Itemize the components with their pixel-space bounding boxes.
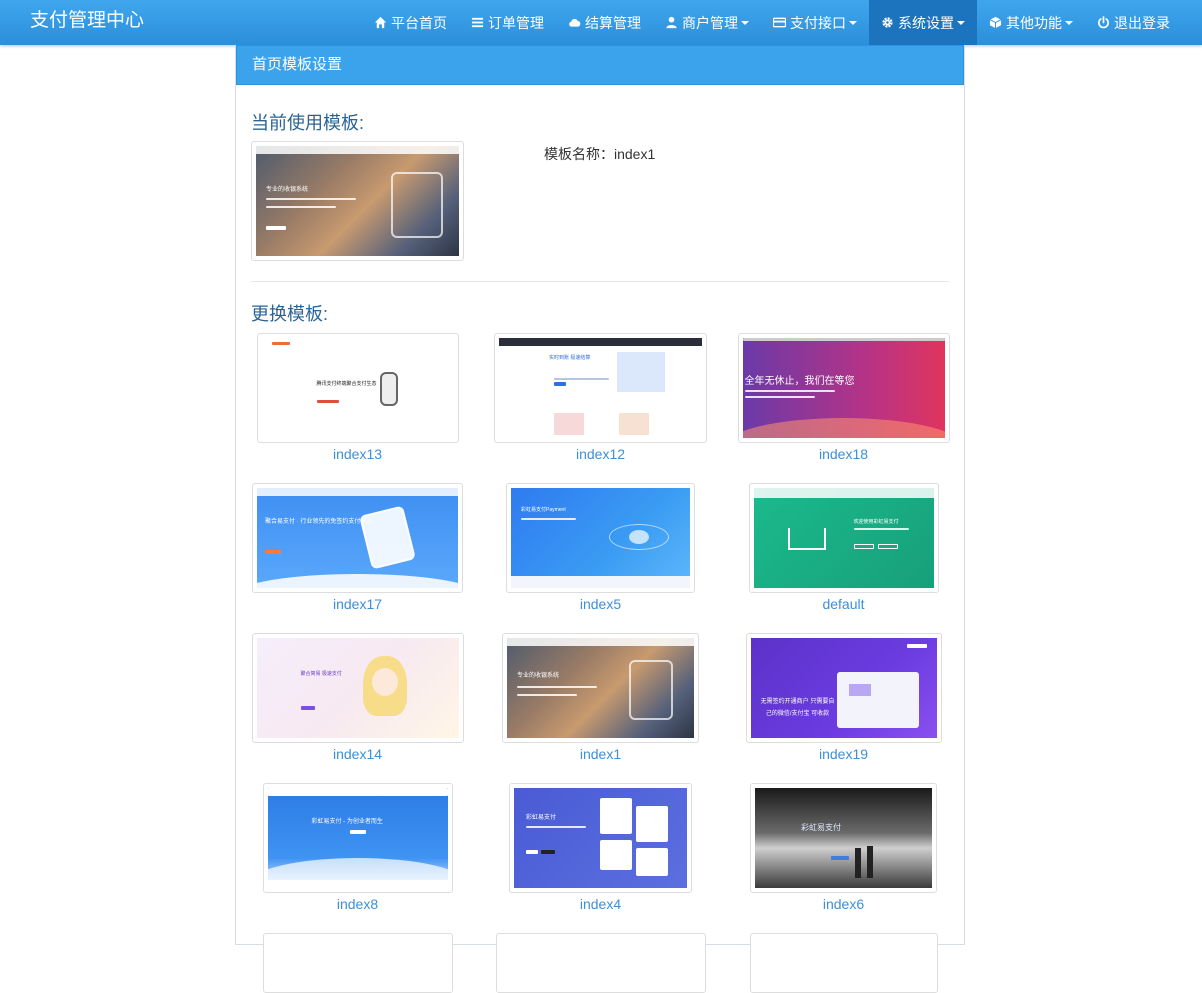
- top-navbar: 支付管理中心 平台首页 订单管理 结算管理 商户管理 支付接口 系统设置 其他功…: [0, 0, 1202, 45]
- nav-settlement[interactable]: 结算管理: [556, 0, 653, 45]
- nav-merchants[interactable]: 商户管理: [653, 0, 761, 45]
- template-thumb[interactable]: 腾讯支付终端聚合支付生态: [256, 333, 459, 443]
- template-thumb[interactable]: [749, 933, 938, 993]
- template-card-index1[interactable]: 专业的收银系统 index1: [479, 633, 722, 762]
- brand-title[interactable]: 支付管理中心: [30, 0, 144, 45]
- template-thumb[interactable]: [495, 933, 706, 993]
- change-template-title: 更换模板:: [251, 304, 329, 324]
- nav-settlement-label: 结算管理: [585, 14, 641, 31]
- template-name-link[interactable]: index13: [236, 446, 479, 462]
- divider: [251, 281, 949, 282]
- template-screenshot: 彩虹易支付: [514, 788, 687, 888]
- cube-icon: [989, 16, 1002, 29]
- gear-icon: [882, 17, 893, 28]
- chevron-down-icon: [957, 20, 965, 25]
- nav-other-functions-label: 其他功能: [1006, 14, 1062, 31]
- chevron-down-icon: [1065, 20, 1073, 25]
- template-name-link[interactable]: index12: [479, 446, 722, 462]
- template-name-link[interactable]: default: [722, 596, 965, 612]
- power-icon: [1098, 16, 1109, 29]
- nav-orders[interactable]: 订单管理: [459, 0, 556, 45]
- nav-other-functions[interactable]: 其他功能: [977, 0, 1085, 45]
- template-thumb[interactable]: 彩虹易支付: [509, 783, 692, 893]
- nav-home[interactable]: 平台首页: [362, 0, 459, 45]
- template-card-index19[interactable]: 无需签约开通商户 只需要自己的微信/支付宝 可收款 index19: [722, 633, 965, 762]
- template-screenshot: 专业的收银系统: [507, 638, 694, 738]
- template-card-index18[interactable]: 全年无休止，我们在等您 index18: [722, 333, 965, 462]
- template-name-link[interactable]: index19: [722, 746, 965, 762]
- credit-card-icon: [773, 17, 786, 28]
- nav-merchants-label: 商户管理: [682, 14, 738, 31]
- nav-payment-interface-label: 支付接口: [790, 14, 846, 31]
- panel-heading: 首页模板设置: [236, 45, 964, 85]
- template-card-partial[interactable]: [722, 933, 965, 993]
- template-screenshot: 彩虹易支付: [755, 788, 932, 888]
- template-thumb[interactable]: 欢迎使用彩虹易支付: [748, 483, 939, 593]
- template-thumb[interactable]: [262, 933, 453, 993]
- template-name-link[interactable]: index18: [722, 446, 965, 462]
- template-name-link[interactable]: index17: [236, 596, 479, 612]
- template-screenshot: 全年无休止，我们在等您: [742, 338, 945, 438]
- template-card-index17[interactable]: 聚合易支付 · 行业领先的免签约支付平台 index17: [236, 483, 479, 612]
- current-template-preview: 专业的收银系统: [251, 141, 464, 261]
- chevron-down-icon: [849, 20, 857, 25]
- current-template-title: 当前使用模板:: [251, 113, 365, 133]
- template-card-partial[interactable]: [236, 933, 479, 993]
- template-name-link[interactable]: index8: [236, 896, 479, 912]
- nav-logout[interactable]: 退出登录: [1085, 0, 1182, 45]
- template-screenshot: 无需签约开通商户 只需要自己的微信/支付宝 可收款: [750, 638, 937, 738]
- nav-logout-label: 退出登录: [1114, 14, 1170, 31]
- template-name-link[interactable]: index4: [479, 896, 722, 912]
- template-thumb[interactable]: 全年无休止，我们在等您: [737, 333, 950, 443]
- template-settings-panel: 首页模板设置 当前使用模板: 专业的收银系统 模板名称：index1 更换模板:…: [235, 45, 965, 993]
- current-template-screenshot: 专业的收银系统: [256, 146, 459, 256]
- list-icon: [471, 17, 484, 28]
- user-icon: [666, 16, 677, 29]
- nav-payment-interface[interactable]: 支付接口: [761, 0, 869, 45]
- template-screenshot: 彩虹易支付Payment: [511, 488, 690, 588]
- template-card-index13[interactable]: 腾讯支付终端聚合支付生态 index13: [236, 333, 479, 462]
- template-thumb[interactable]: 彩虹易支付: [750, 783, 937, 893]
- home-icon: [374, 16, 387, 29]
- template-screenshot: 聚合简易 极速支付: [256, 638, 459, 738]
- template-card-index6[interactable]: 彩虹易支付 index6: [722, 783, 965, 912]
- template-screenshot: 欢迎使用彩虹易支付: [753, 488, 934, 588]
- template-card-default[interactable]: 欢迎使用彩虹易支付 default: [722, 483, 965, 612]
- template-card-index4[interactable]: 彩虹易支付 index4: [479, 783, 722, 912]
- template-screenshot: 实时到账 极速结算: [499, 338, 702, 438]
- nav-orders-label: 订单管理: [488, 14, 544, 31]
- template-thumb[interactable]: 彩虹易支付 - 为创业者而生: [262, 783, 453, 893]
- nav-home-label: 平台首页: [391, 14, 447, 31]
- template-screenshot: 聚合易支付 · 行业领先的免签约支付平台: [257, 488, 458, 588]
- nav-system-settings[interactable]: 系统设置: [869, 0, 977, 45]
- template-name-link[interactable]: index5: [479, 596, 722, 612]
- current-template-name: 模板名称：index1: [544, 146, 656, 162]
- template-name-link[interactable]: index1: [479, 746, 722, 762]
- template-screenshot: 腾讯支付终端聚合支付生态: [261, 338, 454, 438]
- template-thumb[interactable]: 聚合易支付 · 行业领先的免签约支付平台: [252, 483, 463, 593]
- template-card-index14[interactable]: 聚合简易 极速支付 index14: [236, 633, 479, 762]
- template-screenshot: 彩虹易支付 - 为创业者而生: [267, 788, 448, 888]
- template-thumb[interactable]: 聚合简易 极速支付: [251, 633, 464, 743]
- main-nav: 平台首页 订单管理 结算管理 商户管理 支付接口 系统设置 其他功能 退出登录: [362, 0, 1182, 45]
- nav-system-settings-label: 系统设置: [898, 14, 954, 31]
- template-card-index12[interactable]: 实时到账 极速结算 index12: [479, 333, 722, 462]
- template-name-link[interactable]: index6: [722, 896, 965, 912]
- template-thumb[interactable]: 无需签约开通商户 只需要自己的微信/支付宝 可收款: [745, 633, 942, 743]
- template-card-index5[interactable]: 彩虹易支付Payment index5: [479, 483, 722, 612]
- cloud-icon: [569, 18, 581, 27]
- cur-thumb-slogan: 专业的收银系统: [266, 187, 309, 193]
- template-card-partial[interactable]: [479, 933, 722, 993]
- template-thumb[interactable]: 彩虹易支付Payment: [506, 483, 695, 593]
- template-name-link[interactable]: index14: [236, 746, 479, 762]
- chevron-down-icon: [741, 20, 749, 25]
- template-card-index8[interactable]: 彩虹易支付 - 为创业者而生 index8: [236, 783, 479, 912]
- template-thumb[interactable]: 实时到账 极速结算: [494, 333, 707, 443]
- template-thumb[interactable]: 专业的收银系统: [502, 633, 699, 743]
